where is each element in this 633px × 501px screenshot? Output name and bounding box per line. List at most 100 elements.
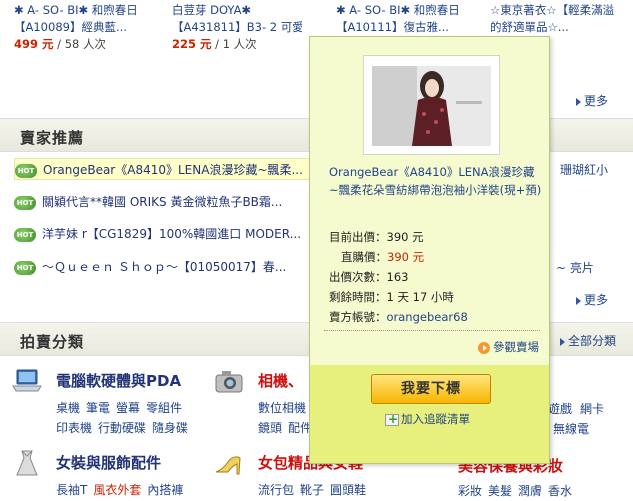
category-name[interactable]: 相機、: [258, 370, 303, 391]
product-title-line2[interactable]: 【A10089】經典藍...: [14, 19, 164, 36]
subcategory-link[interactable]: 流行包: [258, 483, 294, 497]
category-fragment[interactable]: 無線電: [553, 420, 589, 437]
hot-icon: HOT: [14, 227, 36, 242]
subcategory-link[interactable]: 數位相機: [258, 401, 306, 415]
current-bid-value: 390 元: [386, 230, 424, 244]
subcategory-link[interactable]: 筆電: [86, 401, 110, 415]
subcategory-link[interactable]: 圓頭鞋: [330, 483, 366, 497]
visit-store-link[interactable]: 參觀賣場: [478, 339, 539, 355]
subcategory-link[interactable]: 桌機: [56, 401, 80, 415]
place-bid-button[interactable]: 我要下標: [371, 374, 491, 404]
more-link-products[interactable]: 更多: [576, 92, 608, 109]
seller-item-link[interactable]: ～Ｑｕｅｅｎ Ｓｈｏｐ～【01050017】春...: [42, 260, 286, 274]
bids-value: 163: [386, 270, 409, 284]
seller-item[interactable]: HOT 關穎代言**韓國 ORIKS 黃金微粒魚子BB霜...: [14, 191, 314, 213]
category-subs: 桌機 筆電 螢幕 零組件 印表機 行動硬碟 隨身碟: [56, 398, 194, 438]
divider: [324, 330, 540, 331]
seller-label: 賣方帳號：: [329, 310, 387, 324]
subcategory-link[interactable]: 螢幕: [116, 401, 140, 415]
section-title: 賣家推薦: [20, 129, 85, 147]
time-left-value: 1 天 17 小時: [386, 290, 454, 304]
seller-item[interactable]: HOT ～Ｑｕｅｅｎ Ｓｈｏｐ～【01050017】春...: [14, 256, 314, 278]
fragment-text: 網卡: [580, 402, 605, 416]
play-circle-icon: [478, 341, 490, 354]
hot-icon: HOT: [15, 163, 37, 178]
product-title-line2[interactable]: 【A10111】復古雅...: [336, 19, 466, 36]
product-card[interactable]: ☆東京著衣☆【輕柔滿溢 的舒適單品☆...: [490, 2, 633, 36]
category-subs: 流行包 靴子 圓頭鞋: [258, 480, 372, 500]
product-title-line2[interactable]: 【A431811】B3- 2 可愛甜...: [172, 19, 302, 36]
arrow-right-icon: [576, 296, 581, 305]
subcategory-link[interactable]: 潤膚: [518, 484, 542, 498]
category-name[interactable]: 電腦軟硬體與PDA: [56, 370, 181, 391]
time-left-label: 剩餘時間：: [329, 290, 387, 304]
product-title-line1[interactable]: 白荳芽 DOYA✱: [172, 2, 302, 19]
dress-icon: [16, 450, 38, 476]
category-subs: 長袖T 風衣外套 內搭褲: [56, 480, 189, 500]
subcategory-link[interactable]: 行動硬碟: [98, 421, 146, 435]
seller-item[interactable]: HOT 洋芋妹 r【CG1829】100%韓國進口 MODER...: [14, 223, 314, 245]
all-categories-label: 全部分類: [568, 334, 617, 348]
product-bid-count: / 58 人次: [53, 37, 106, 51]
product-card[interactable]: ✱ A- SO- BI✱ 和煦春日 【A10089】經典藍... 499 元 /…: [14, 2, 164, 53]
item-title-link[interactable]: OrangeBear《A8410》LENA浪漫珍藏~飄柔花朵雪紡綁帶泡泡袖小洋裝…: [329, 163, 543, 199]
product-card[interactable]: 白荳芽 DOYA✱ 【A431811】B3- 2 可愛甜... 225 元 / …: [172, 2, 302, 53]
hot-icon: HOT: [14, 260, 36, 275]
product-photo: [372, 66, 491, 146]
seller-item-right-fragment[interactable]: ~ 亮片: [556, 259, 594, 276]
seller-item-right-fragment[interactable]: 珊瑚紅小: [560, 161, 608, 178]
add-to-watchlist-link[interactable]: 加入追蹤清單: [385, 411, 470, 427]
item-preview-popup: OrangeBear《A8410》LENA浪漫珍藏~飄柔花朵雪紡綁帶泡泡袖小洋裝…: [309, 36, 550, 464]
seller-item[interactable]: HOT OrangeBear《A8410》LENA浪漫珍藏~飄柔...: [14, 158, 314, 180]
product-title-line1[interactable]: ☆東京著衣☆【輕柔滿溢: [490, 2, 633, 19]
visit-store-label: 參觀賣場: [493, 340, 539, 354]
subcategory-link[interactable]: 美髮: [488, 484, 512, 498]
subcategory-link[interactable]: 彩妝: [458, 484, 482, 498]
subcategory-link[interactable]: 香水: [548, 484, 572, 498]
more-label: 更多: [584, 94, 609, 108]
subcategory-link[interactable]: 印表機: [56, 421, 92, 435]
product-price: 499 元: [14, 37, 54, 51]
subcategory-link[interactable]: 風衣外套: [93, 483, 141, 497]
all-categories-link[interactable]: 全部分類: [560, 332, 616, 349]
arrow-right-icon: [560, 337, 565, 346]
seller-item-link[interactable]: 洋芋妹 r【CG1829】100%韓國進口 MODER...: [42, 227, 301, 241]
add-to-list-icon: [385, 412, 399, 426]
category-bags-shoes: 女包精品與女鞋 流行包靴子圓頭鞋: [212, 448, 366, 501]
current-bid-label: 目前出價：: [329, 230, 387, 244]
category-fragment[interactable]: 遊戲 網卡: [548, 400, 604, 417]
item-facts: 目前出價：390 元 直購價：390 元 出價次數：163 剩餘時間：1 天 1…: [329, 227, 543, 327]
camera-icon: [215, 371, 243, 393]
product-card[interactable]: ✱ A- SO- BI✱ 和煦春日 【A10111】復古雅...: [336, 2, 466, 36]
seller-link[interactable]: orangebear68: [387, 310, 468, 324]
hot-icon: HOT: [14, 195, 36, 210]
buy-now-label: 直購價：: [341, 250, 387, 264]
product-title-line2[interactable]: 的舒適單品☆...: [490, 19, 633, 36]
category-camera: 相機、 數位相機 鏡頭 配件: [212, 366, 312, 436]
category-subs: 彩妝 美髮 潤膚 香水: [458, 482, 572, 499]
category-name[interactable]: 女裝與服飾配件: [56, 452, 161, 473]
bids-label: 出價次數：: [329, 270, 387, 284]
laptop-icon: [12, 369, 42, 392]
product-bid-count: / 1 人次: [211, 37, 257, 51]
product-title-line1[interactable]: ✱ A- SO- BI✱ 和煦春日: [14, 2, 164, 19]
subcategory-link[interactable]: 隨身碟: [152, 421, 188, 435]
product-price: 225 元: [172, 37, 212, 51]
subcategory-link[interactable]: 內搭褲: [147, 483, 183, 497]
buy-now-value: 390 元: [387, 250, 425, 264]
popup-action-area: 我要下標 加入追蹤清單: [310, 365, 549, 463]
fragment-text: 遊戲: [548, 402, 573, 416]
arrow-right-icon: [576, 97, 581, 106]
subcategory-link[interactable]: 長袖T: [56, 483, 87, 497]
product-title-line1[interactable]: ✱ A- SO- BI✱ 和煦春日: [336, 2, 466, 19]
seller-item-link[interactable]: OrangeBear《A8410》LENA浪漫珍藏~飄柔...: [43, 163, 303, 177]
subcategory-link[interactable]: 靴子: [300, 483, 324, 497]
seller-item-link[interactable]: 關穎代言**韓國 ORIKS 黃金微粒魚子BB霜...: [42, 195, 282, 209]
high-heel-icon: [215, 456, 241, 475]
subcategory-link[interactable]: 鏡頭: [258, 421, 282, 435]
more-link-sellers[interactable]: 更多: [576, 291, 608, 308]
subcategory-link[interactable]: 零組件: [146, 401, 182, 415]
item-thumbnail[interactable]: [363, 55, 500, 155]
watchlist-label: 加入追蹤清單: [401, 412, 470, 426]
section-title: 拍賣分類: [20, 333, 85, 351]
